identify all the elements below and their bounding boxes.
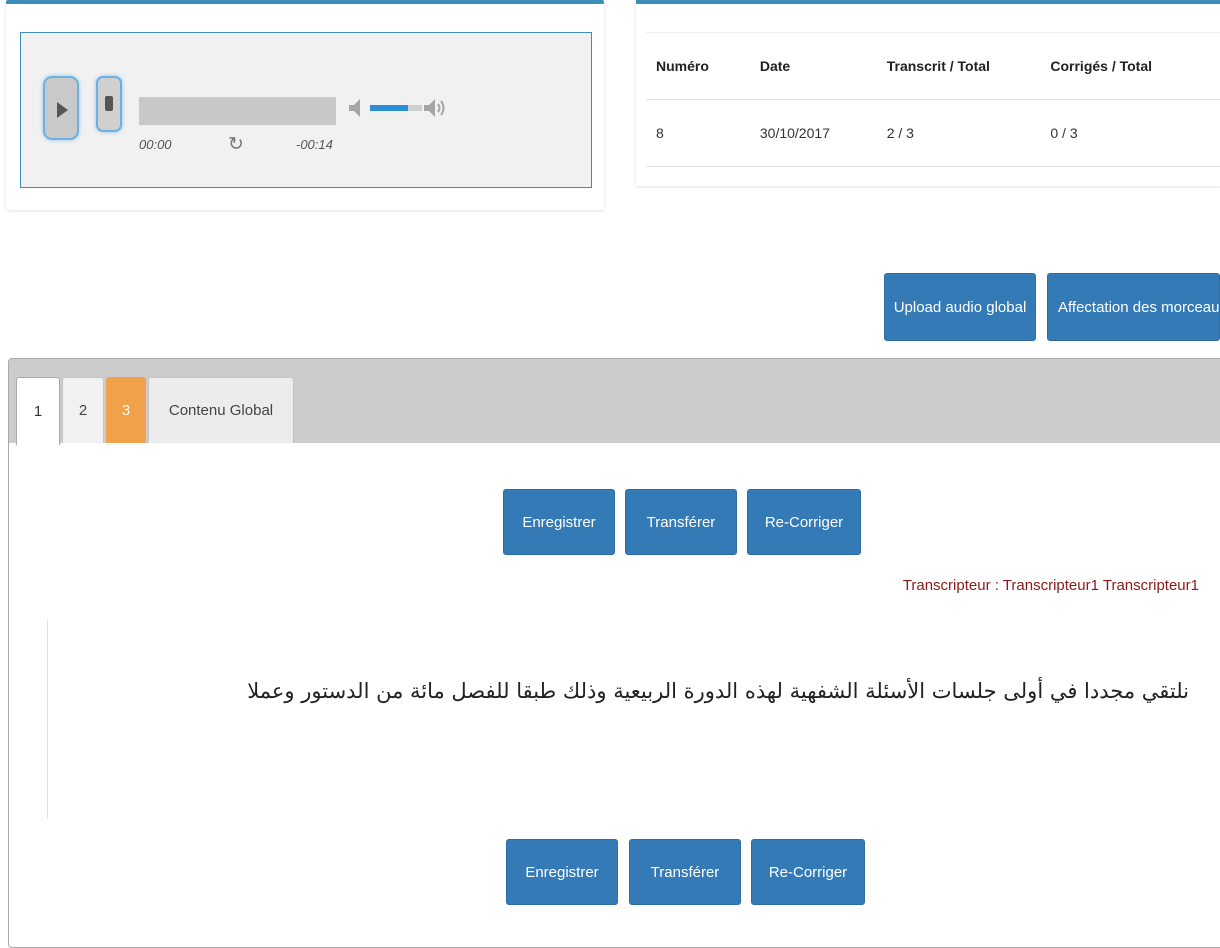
upload-audio-global-button[interactable]: Upload audio global (884, 273, 1036, 341)
remaining-time: -00:14 (296, 137, 333, 152)
cell-date: 30/10/2017 (749, 99, 877, 167)
affectation-morceaux-button[interactable]: Affectation des morceaux (1047, 273, 1220, 341)
cell-numero: 8 (646, 99, 750, 167)
save-button-bottom[interactable]: Enregistrer (506, 839, 618, 905)
volume-level (370, 105, 408, 111)
header-transcrit-total: Transcrit / Total (876, 32, 1041, 100)
tab-1[interactable]: 1 (16, 377, 60, 445)
header-date: Date (749, 32, 877, 100)
audio-progress-bar[interactable] (139, 97, 336, 125)
play-icon (57, 102, 68, 118)
table-row: 8 30/10/2017 2 / 3 0 / 3 (646, 99, 1220, 167)
audio-player-card: 00:00 ↻ -00:14 (6, 0, 604, 210)
tab-3[interactable]: 3 (106, 377, 146, 443)
summary-card: Numéro Date Transcrit / Total Corrigés /… (636, 0, 1220, 186)
tab-2[interactable]: 2 (62, 377, 104, 443)
header-corriges-total: Corrigés / Total (1040, 32, 1220, 100)
volume-slider[interactable] (370, 105, 422, 111)
tab-contenu-global[interactable]: Contenu Global (148, 377, 294, 443)
save-button-top[interactable]: Enregistrer (503, 489, 615, 555)
transfer-button-bottom[interactable]: Transférer (629, 839, 741, 905)
summary-table: Numéro Date Transcrit / Total Corrigés /… (646, 32, 1220, 167)
cell-corriges: 0 / 3 (1040, 99, 1220, 167)
current-time: 00:00 (139, 137, 172, 152)
audio-player: 00:00 ↻ -00:14 (20, 32, 592, 188)
stop-icon (105, 96, 113, 111)
recorrect-button-bottom[interactable]: Re-Corriger (751, 839, 865, 905)
stop-button[interactable] (96, 76, 122, 132)
segments-panel: 1 2 3 Contenu Global Enregistrer Transfé… (8, 358, 1220, 948)
recorrect-button-top[interactable]: Re-Corriger (747, 489, 861, 555)
transfer-button-top[interactable]: Transférer (625, 489, 737, 555)
transcriber-label: Transcripteur : Transcripteur1 Transcrip… (902, 577, 1199, 594)
volume-low-icon[interactable] (349, 97, 363, 119)
transcript-text[interactable]: نلتقي مجددا في أولى جلسات الأسئلة الشفهي… (69, 679, 1189, 703)
blockquote-border (47, 619, 51, 819)
tab-bar: 1 2 3 Contenu Global (9, 359, 1220, 445)
header-numero: Numéro (646, 32, 750, 100)
loop-icon[interactable]: ↻ (226, 135, 246, 155)
cell-transcrit: 2 / 3 (876, 99, 1041, 167)
play-button[interactable] (43, 76, 79, 140)
volume-high-icon[interactable] (424, 97, 446, 119)
